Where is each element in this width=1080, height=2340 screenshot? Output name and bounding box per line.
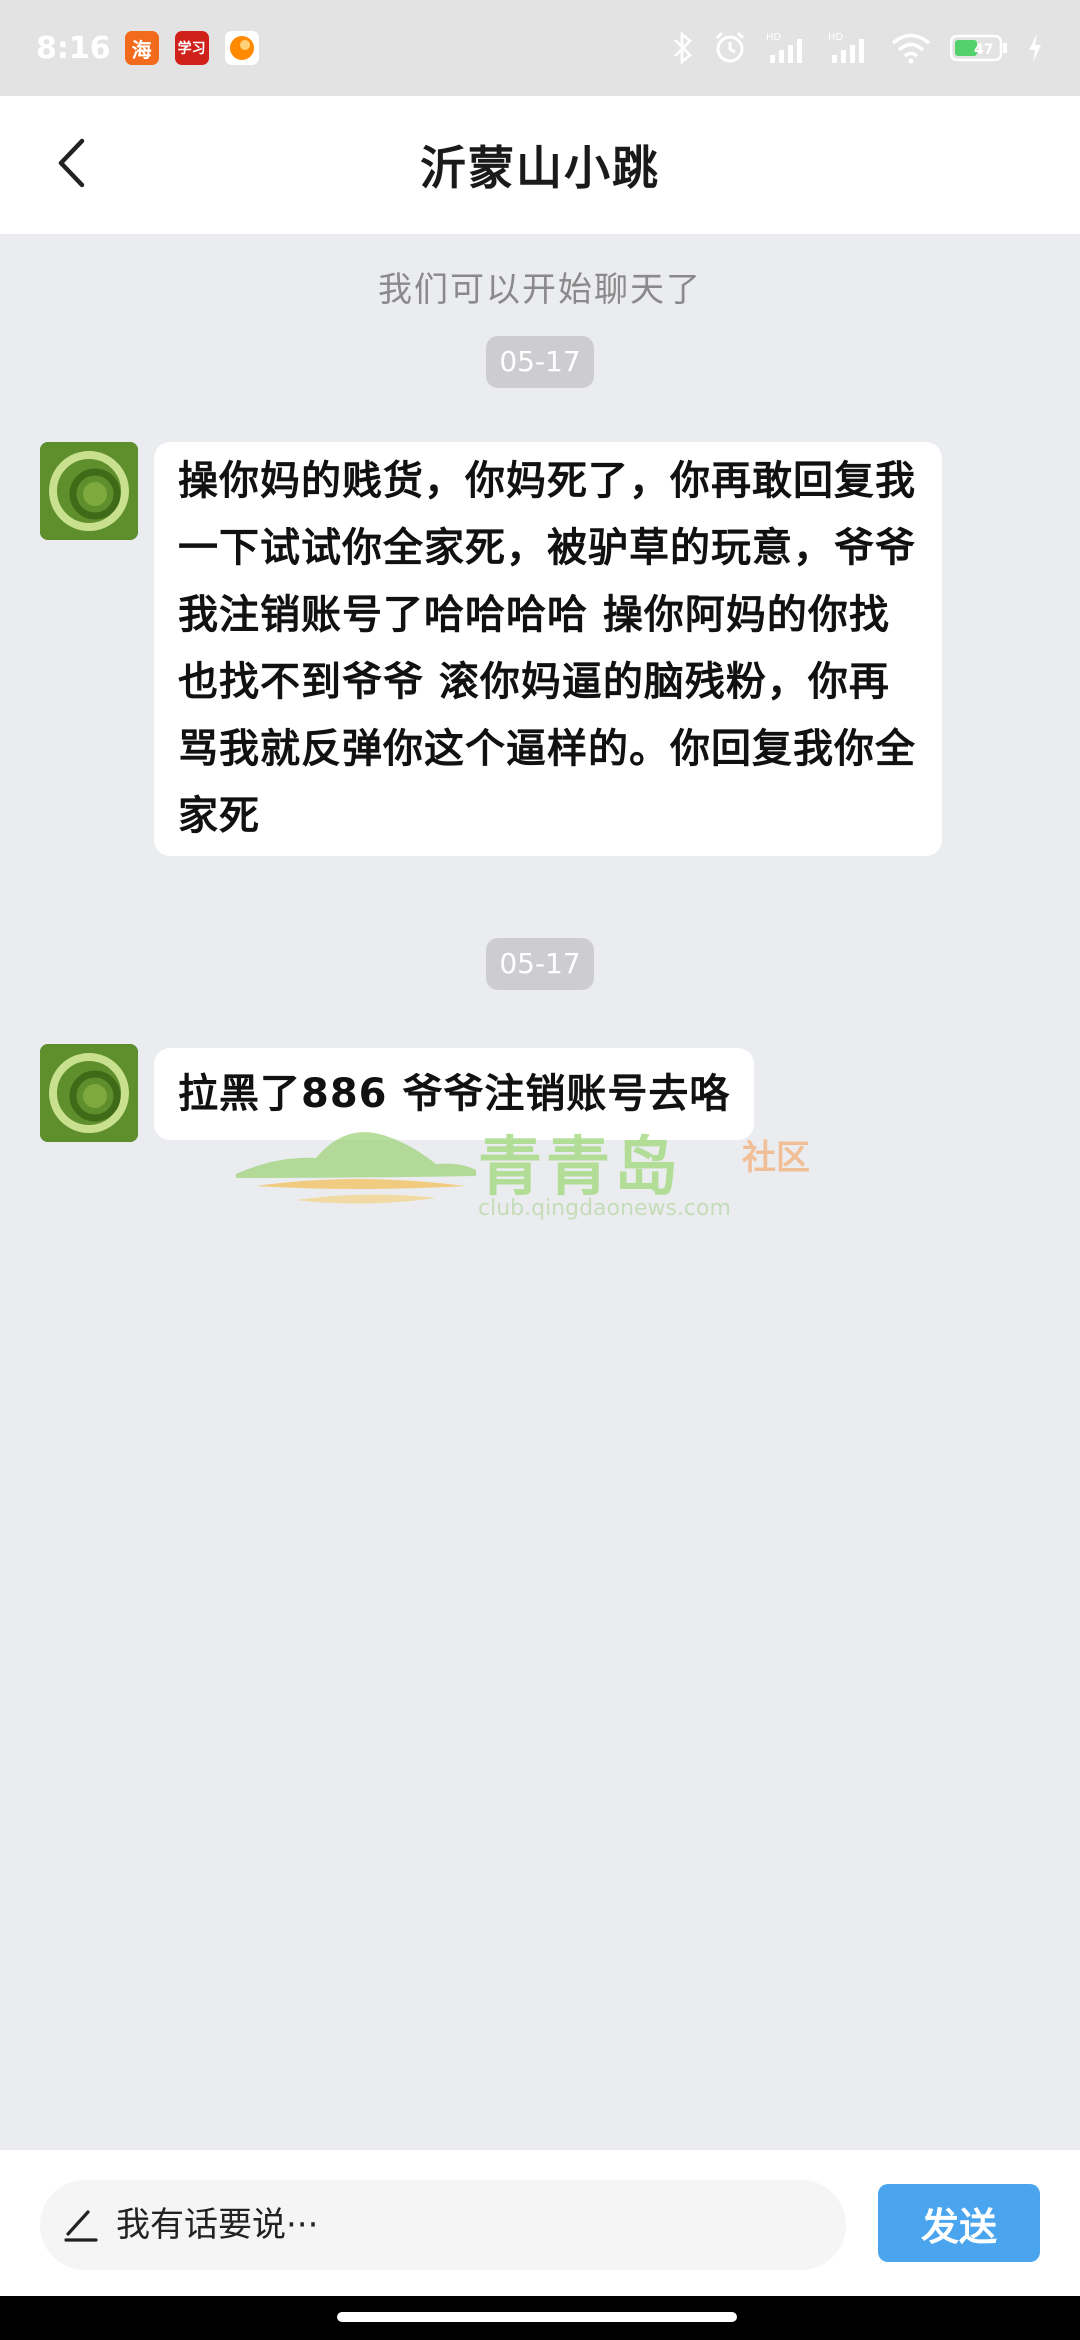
date-separator: 05-17 <box>486 938 594 990</box>
battery-level: 47 <box>974 42 993 58</box>
avatar-image <box>40 1044 138 1142</box>
haishang-icon: 海 <box>124 31 159 65</box>
pen-icon <box>64 2210 98 2242</box>
avatar-image <box>40 442 138 540</box>
system-note: 我们可以开始聊天了 <box>378 270 702 310</box>
avatar[interactable] <box>40 442 138 540</box>
signal-hd-icon-2: HD <box>828 31 872 65</box>
watermark-sub: 社区 <box>742 1138 810 1178</box>
watermark-url: club.qingdaonews.com <box>478 1196 731 1221</box>
message-bubble[interactable]: 拉黑了886 爷爷注销账号去咯 <box>154 1048 755 1140</box>
signal-hd-icon: HD <box>766 31 810 65</box>
orange-app-icon <box>224 31 259 65</box>
svg-text:HD: HD <box>766 32 782 43</box>
wifi-icon <box>890 32 932 64</box>
message-input-container[interactable] <box>40 2180 846 2270</box>
chat-header: 沂蒙山小跳 <box>0 96 1080 234</box>
page-title: 沂蒙山小跳 <box>420 141 660 195</box>
alarm-icon <box>712 30 748 66</box>
status-time: 8:16 <box>36 30 111 66</box>
send-button[interactable]: 发送 <box>878 2184 1040 2262</box>
xuexi-icon: 学习 <box>174 31 209 65</box>
date-separator: 05-17 <box>486 336 594 388</box>
avatar[interactable] <box>40 1044 138 1142</box>
battery-icon: 47 <box>950 33 1008 63</box>
bluetooth-icon <box>672 31 694 65</box>
chat-area[interactable]: 我们可以开始聊天了 05-17 操你妈的贱货，你妈死了，你再敢回复我一下试试你全… <box>0 234 1080 2150</box>
message-bubble[interactable]: 操你妈的贱货，你妈死了，你再敢回复我一下试试你全家死，被驴草的玩意，爷爷我注销账… <box>154 442 942 856</box>
back-arrow-icon <box>58 138 85 188</box>
svg-text:HD: HD <box>828 32 844 43</box>
navigation-bar <box>0 2296 1080 2340</box>
status-bar: 8:16 海 学习 HD HD 47 <box>0 0 1080 96</box>
input-bar: 发送 <box>0 2150 1080 2296</box>
charging-icon <box>1026 32 1044 64</box>
back-button[interactable] <box>36 128 106 198</box>
home-indicator[interactable] <box>337 2312 737 2322</box>
message-input[interactable] <box>116 2205 816 2245</box>
